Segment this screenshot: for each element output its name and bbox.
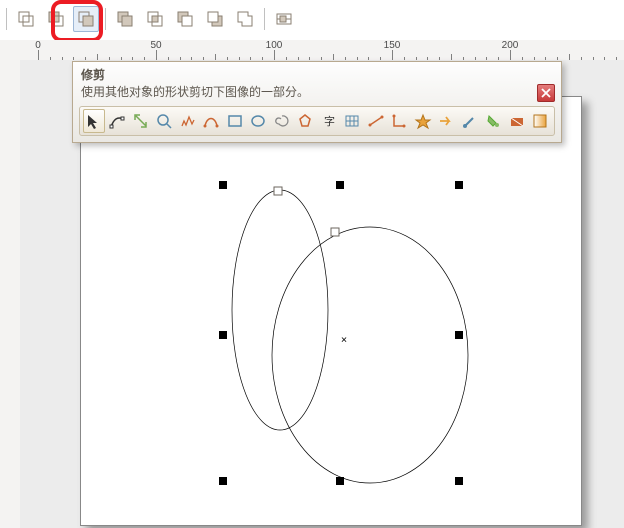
node-edit-icon[interactable] (107, 109, 129, 133)
combine-icon[interactable] (43, 6, 69, 32)
trim-icon[interactable] (73, 6, 99, 32)
simplify-icon[interactable] (232, 6, 258, 32)
svg-text:字: 字 (324, 114, 335, 128)
spiral-icon[interactable] (271, 109, 293, 133)
rectangle-icon[interactable] (224, 109, 246, 133)
align-to-page-icon[interactable] (271, 6, 297, 32)
align-icon[interactable] (13, 6, 39, 32)
front-minus-back-icon[interactable] (172, 6, 198, 32)
horizontal-ruler: 050100150200 (0, 40, 624, 61)
arrow-shapes-icon[interactable] (436, 109, 458, 133)
tooltip-title: 修剪 (73, 62, 561, 83)
close-button[interactable] (537, 84, 555, 102)
selection-handle[interactable] (219, 331, 227, 339)
close-icon (541, 88, 551, 98)
object-node-handle[interactable] (331, 228, 340, 237)
selection-handle[interactable] (219, 477, 227, 485)
pointer-icon[interactable] (83, 109, 105, 133)
table-icon[interactable] (342, 109, 364, 133)
interactive-icon[interactable] (506, 109, 528, 133)
toolbar-divider (6, 8, 7, 30)
selection-handle[interactable] (455, 477, 463, 485)
bezier-icon[interactable] (201, 109, 223, 133)
selection-handle[interactable] (219, 181, 227, 189)
toolbar-divider (105, 8, 106, 30)
dimension-icon[interactable] (365, 109, 387, 133)
connector-icon[interactable] (389, 109, 411, 133)
polygon-icon[interactable] (295, 109, 317, 133)
weld-icon[interactable] (112, 6, 138, 32)
fill-icon[interactable] (483, 109, 505, 133)
selection-handle[interactable] (455, 181, 463, 189)
star-icon[interactable] (412, 109, 434, 133)
tools-toolbar: 字 (79, 106, 555, 136)
transparency-icon[interactable] (530, 109, 552, 133)
selection-center-marker: ✕ (341, 335, 347, 346)
shaping-toolbar (0, 4, 297, 34)
text-icon[interactable]: 字 (318, 109, 340, 133)
freehand-icon[interactable] (177, 109, 199, 133)
tooltip-description: 使用其他对象的形状剪切下图像的一部分。 (73, 83, 561, 104)
selection-handle[interactable] (336, 181, 344, 189)
drawing-page (80, 96, 582, 526)
tooltip-panel: 修剪 使用其他对象的形状剪切下图像的一部分。 字 (72, 61, 562, 143)
zoom-icon[interactable] (154, 109, 176, 133)
eyedropper-icon[interactable] (459, 109, 481, 133)
toolbar-divider (264, 8, 265, 30)
selection-handle[interactable] (455, 331, 463, 339)
vertical-ruler (0, 60, 21, 528)
back-minus-front-icon[interactable] (202, 6, 228, 32)
selection-handle[interactable] (336, 477, 344, 485)
ellipse-icon[interactable] (248, 109, 270, 133)
crop-icon[interactable] (130, 109, 152, 133)
intersect-icon[interactable] (142, 6, 168, 32)
object-node-handle[interactable] (274, 187, 283, 196)
